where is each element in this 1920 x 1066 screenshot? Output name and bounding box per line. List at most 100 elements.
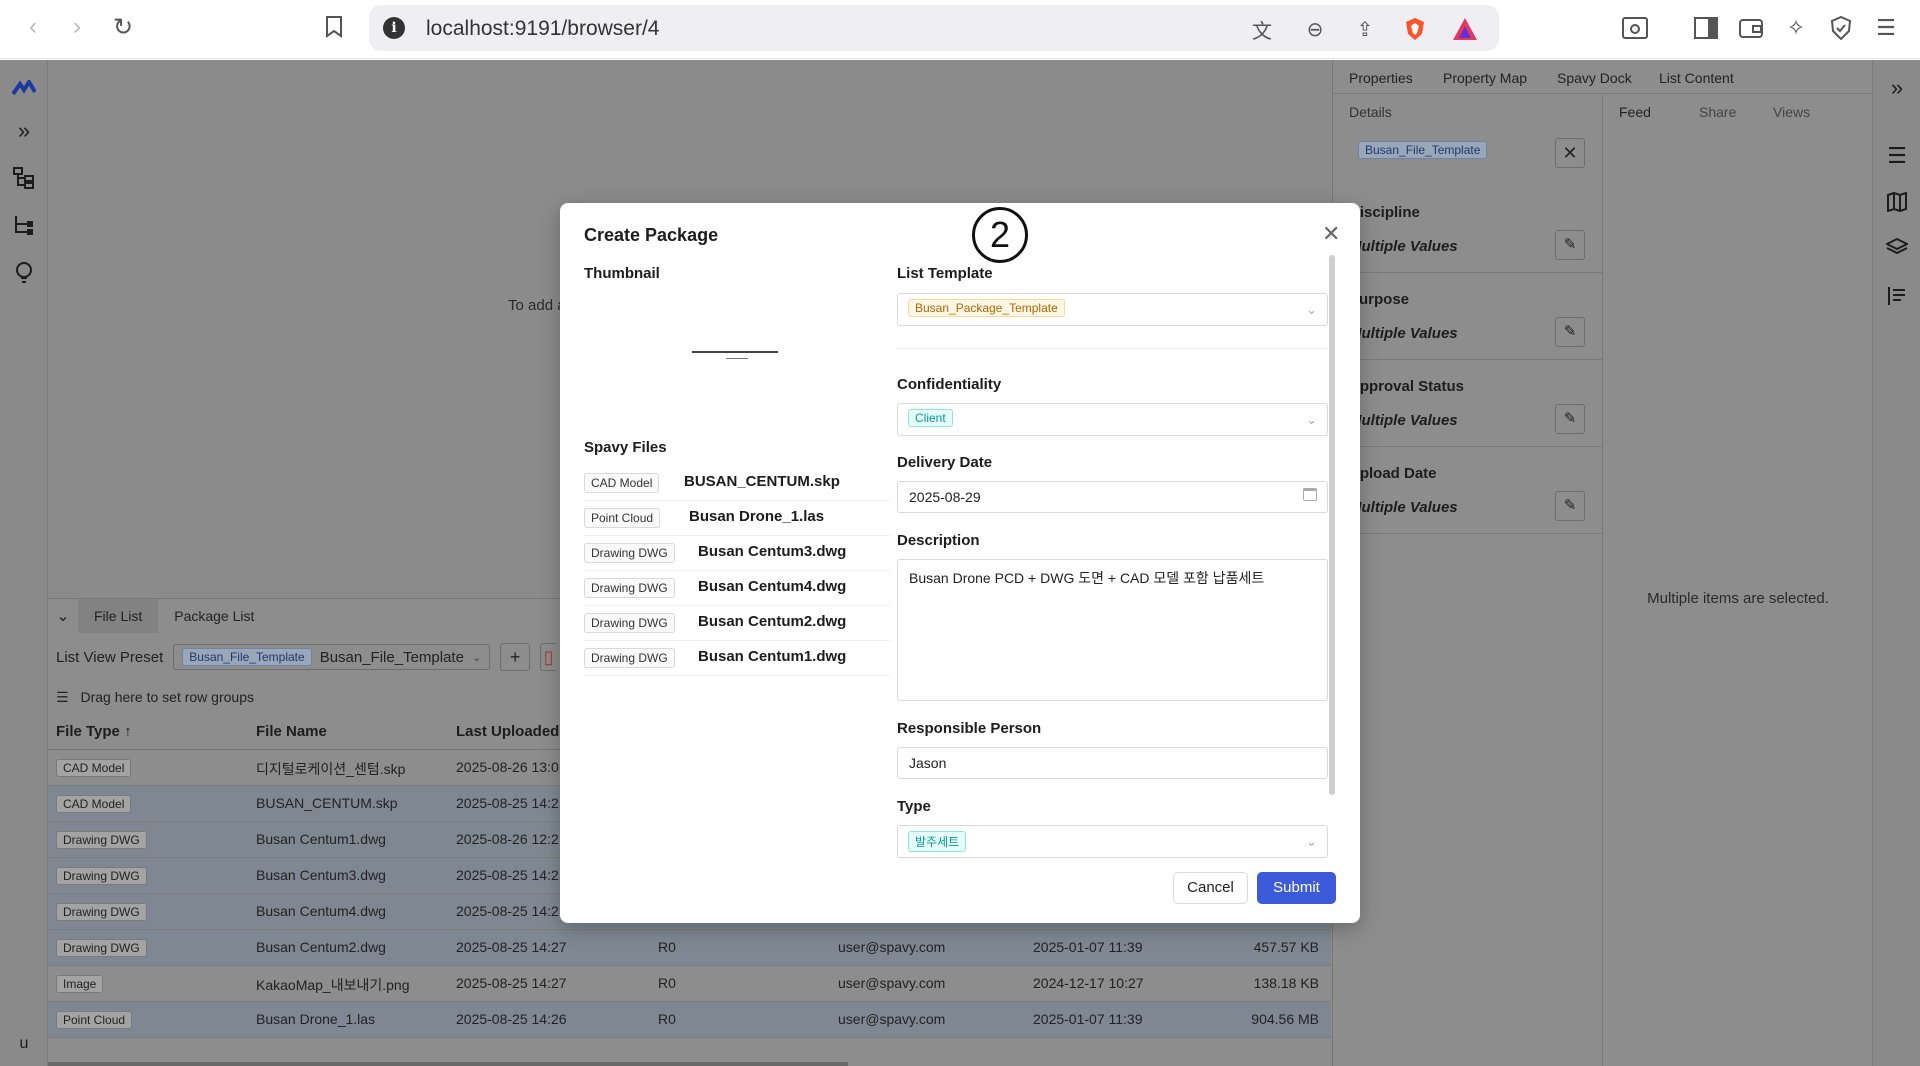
user-initial[interactable]: u (10, 1030, 38, 1058)
tab-list-content[interactable]: List Content (1659, 70, 1734, 86)
tab-views[interactable]: Views (1773, 104, 1810, 120)
forward-icon[interactable]: › (60, 10, 94, 44)
section-divider (897, 348, 1328, 349)
description-textarea[interactable]: Busan Drone PCD + DWG 도면 + CAD 모델 포함 납품세… (897, 559, 1328, 701)
add-preset-button[interactable]: + (500, 643, 531, 671)
tab-file-list[interactable]: File List (78, 599, 159, 633)
list-icon[interactable]: ☰ (1883, 142, 1911, 170)
brave-rewards-icon[interactable] (1452, 16, 1478, 42)
file-type-tag: Drawing DWG (56, 939, 147, 957)
file-type-tag: CAD Model (56, 759, 132, 777)
list-template-select[interactable]: Busan_Package_Template ⌄ (897, 293, 1328, 326)
edit-icon[interactable]: ✎ (1555, 491, 1585, 521)
expand-icon[interactable]: » (10, 117, 38, 145)
url-text: localhost:9191/browser/4 (426, 17, 660, 40)
hierarchy-icon[interactable] (10, 211, 38, 239)
brave-shield-icon[interactable] (1402, 16, 1428, 42)
table-row[interactable]: Image KakaoMap_내보내기.png 2025-08-25 14:27 R0… (48, 966, 1331, 1002)
description-value: Busan Drone PCD + DWG 도면 + CAD 모델 포함 납품세… (909, 570, 1265, 586)
type-tag: 발주세트 (908, 831, 967, 852)
edit-icon[interactable]: ✎ (1555, 230, 1585, 260)
file-name-cell: Busan Drone_1.las (256, 1011, 376, 1027)
horizontal-scrollbar[interactable] (48, 1062, 848, 1066)
file-name: Busan Centum3.dwg (698, 543, 847, 560)
create-package-dialog: Create Package 2 ✕ Thumbnail Spavy Files… (560, 203, 1360, 923)
responsible-person-input[interactable]: Jason (897, 747, 1328, 779)
description-label: Description (897, 532, 980, 549)
tab-share[interactable]: Share (1699, 104, 1736, 120)
spavy-file-item[interactable]: Drawing DWG Busan Centum1.dwg (584, 641, 890, 676)
right-tabs: Properties Property Map Spavy Dock List … (1333, 60, 1873, 94)
spavy-file-item[interactable]: Point Cloud Busan Drone_1.las (584, 501, 890, 536)
tree-icon[interactable] (10, 164, 38, 192)
translate-icon[interactable]: 文 (1249, 16, 1275, 43)
tab-spavy-dock[interactable]: Spavy Dock (1557, 70, 1632, 86)
date-cell: 2024-12-17 10:27 (1033, 975, 1144, 991)
last-uploaded-cell: 2025-08-25 14:2 (456, 795, 559, 811)
close-icon[interactable]: ✕ (1322, 221, 1340, 247)
spavy-file-item[interactable]: Drawing DWG Busan Centum4.dwg (584, 571, 890, 606)
table-row[interactable]: Point Cloud Busan Drone_1.las 2025-08-25 1… (48, 1002, 1331, 1038)
edit-icon[interactable]: ✎ (1555, 404, 1585, 434)
thumbnail-label: Thumbnail (584, 265, 660, 282)
preset-tag: Busan_File_Template (182, 648, 312, 666)
preset-select[interactable]: Busan_File_Template Busan_File_Template … (173, 644, 491, 670)
file-name: Busan Centum1.dwg (698, 648, 847, 665)
delivery-date-picker[interactable]: 2025-08-29 (897, 481, 1328, 513)
tab-property-map[interactable]: Property Map (1443, 70, 1527, 86)
lightbulb-icon[interactable] (10, 259, 38, 287)
cancel-button[interactable]: Cancel (1173, 872, 1248, 904)
collapse-right-icon[interactable]: » (1883, 74, 1911, 102)
spavy-file-item[interactable]: CAD Model BUSAN_CENTUM.skp (584, 466, 890, 501)
revision-cell: R0 (658, 1011, 676, 1027)
tab-package-list[interactable]: Package List (158, 599, 270, 633)
site-info-icon[interactable]: i (383, 17, 405, 39)
column-header-file-type[interactable]: File Type ↑ (56, 723, 132, 740)
type-select[interactable]: 발주세트 ⌄ (897, 825, 1328, 858)
menu-icon[interactable]: ☰ (1872, 14, 1900, 42)
preset-row: List View Preset Busan_File_Template Bus… (56, 639, 557, 675)
edit-icon[interactable]: ✎ (1555, 317, 1585, 347)
sidebar-icon[interactable] (1692, 14, 1720, 42)
delivery-date-value: 2025-08-29 (909, 489, 981, 505)
spavy-file-item[interactable]: Drawing DWG Busan Centum3.dwg (584, 536, 890, 571)
row-group-hint: Drag here to set row groups (80, 689, 254, 705)
details-pane: Details Busan_File_Template ✕ Discipline… (1333, 94, 1603, 1066)
table-row[interactable]: Drawing DWG Busan Centum2.dwg 2025-08-25 1… (48, 930, 1331, 966)
user-cell: user@spavy.com (838, 975, 946, 991)
map-icon[interactable] (1883, 188, 1911, 216)
share-icon[interactable]: ⇪ (1352, 16, 1378, 42)
close-icon[interactable]: ✕ (1555, 138, 1585, 168)
bookmark-icon[interactable] (317, 10, 351, 44)
zoom-out-icon[interactable]: ⊖ (1302, 16, 1328, 42)
file-name-cell: BUSAN_CENTUM.skp (256, 795, 398, 811)
layers-icon[interactable] (1883, 234, 1911, 262)
spavy-file-item[interactable]: Drawing DWG Busan Centum2.dwg (584, 606, 890, 641)
confidentiality-select[interactable]: Client ⌄ (897, 403, 1328, 436)
vpn-shield-icon[interactable] (1827, 14, 1855, 42)
column-header-last-uploaded[interactable]: Last Uploaded (456, 723, 559, 740)
delete-preset-button[interactable]: ▯ (540, 643, 557, 671)
tab-feed[interactable]: Feed (1619, 104, 1651, 120)
submit-button[interactable]: Submit (1257, 872, 1336, 904)
user-cell: user@spavy.com (838, 1011, 946, 1027)
reload-icon[interactable]: ↻ (106, 10, 140, 44)
screenshot-icon[interactable] (1621, 14, 1649, 42)
spavy-logo-icon (10, 74, 38, 102)
size-cell: 457.57 KB (1253, 939, 1319, 955)
row-group-drop-zone[interactable]: ☰ Drag here to set row groups (56, 689, 254, 706)
wallet-icon[interactable] (1737, 14, 1765, 42)
leo-ai-icon[interactable]: ✧ (1782, 14, 1810, 42)
column-header-file-name[interactable]: File Name (256, 723, 327, 740)
left-rail: » u (0, 60, 48, 1066)
file-type-tag: CAD Model (56, 795, 132, 813)
collapse-icon[interactable]: ⌄ (48, 606, 78, 626)
file-name-cell: Busan Centum2.dwg (256, 939, 386, 955)
file-type-tag: Point Cloud (584, 508, 661, 528)
back-icon[interactable]: ‹ (16, 10, 50, 44)
dialog-scrollbar[interactable] (1329, 255, 1335, 795)
tab-properties[interactable]: Properties (1349, 70, 1413, 86)
address-bar[interactable]: i localhost:9191/browser/4 文 ⊖ ⇪ (369, 5, 1499, 51)
document-list-icon[interactable] (1883, 282, 1911, 310)
chevron-down-icon: ⌄ (1306, 302, 1317, 317)
